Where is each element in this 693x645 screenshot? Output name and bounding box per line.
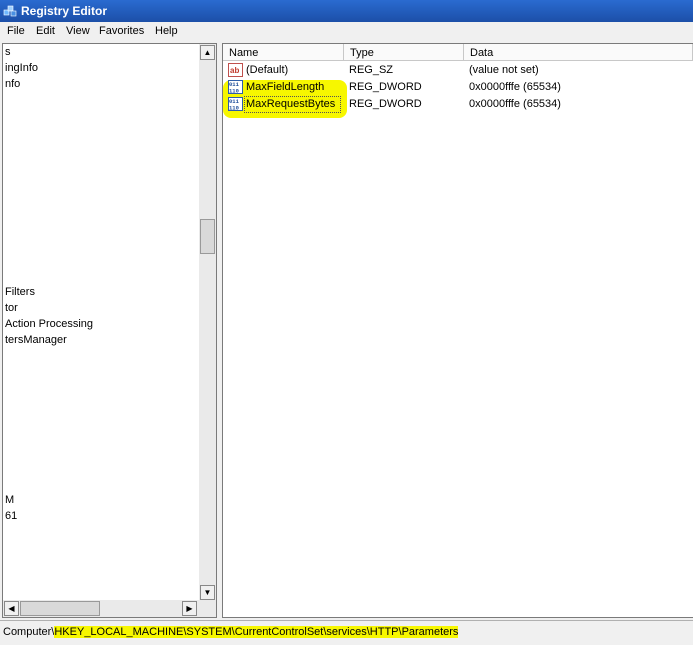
tree-item[interactable]: Filters: [5, 286, 35, 298]
svg-text:ab: ab: [230, 66, 239, 75]
value-data: (value not set): [469, 64, 539, 76]
value-row[interactable]: ab (Default) REG_SZ (value not set): [223, 62, 693, 79]
dword-value-icon: 011 110: [228, 97, 243, 111]
value-row[interactable]: 011 110 MaxRequestBytes REG_DWORD 0x0000…: [223, 96, 693, 113]
window-title: Registry Editor: [21, 4, 108, 18]
value-type: REG_DWORD: [349, 98, 422, 110]
status-bar: Computer\HKEY_LOCAL_MACHINE\SYSTEM\Curre…: [0, 620, 693, 645]
tree-item[interactable]: Action Processing: [5, 318, 93, 330]
svg-text:110: 110: [229, 105, 239, 112]
tree-horizontal-scrollbar[interactable]: ◀ ▶: [3, 600, 199, 617]
key-tree-pane[interactable]: s ingInfo nfo Filters tor Action Process…: [2, 43, 217, 618]
dword-value-icon: 011 110: [228, 80, 243, 94]
menu-help[interactable]: Help: [155, 25, 178, 37]
column-header-data[interactable]: Data: [464, 44, 693, 61]
tree-vertical-scrollbar[interactable]: ▲ ▼: [199, 44, 216, 617]
menu-favorites[interactable]: Favorites: [99, 25, 144, 37]
arrow-right-icon: ▶: [186, 603, 193, 613]
menu-edit[interactable]: Edit: [36, 25, 55, 37]
value-data: 0x0000fffe (65534): [469, 98, 561, 110]
path-prefix: Computer\: [3, 626, 55, 638]
tree-item[interactable]: nfo: [5, 78, 20, 90]
value-name: (Default): [246, 64, 289, 76]
tree-item[interactable]: ingInfo: [5, 62, 38, 74]
title-bar: Registry Editor: [0, 0, 693, 22]
value-type: REG_SZ: [349, 64, 394, 76]
arrow-down-icon: ▼: [203, 587, 212, 597]
tree-item[interactable]: tor: [5, 302, 18, 314]
menu-file[interactable]: File: [7, 25, 25, 37]
tree-item[interactable]: 61: [5, 510, 17, 522]
column-header-type[interactable]: Type: [344, 44, 464, 61]
key-path: Computer\HKEY_LOCAL_MACHINE\SYSTEM\Curre…: [3, 626, 459, 638]
string-value-icon: ab: [228, 63, 243, 77]
vertical-scroll-thumb[interactable]: [200, 219, 215, 254]
svg-text:110: 110: [229, 88, 239, 95]
path-highlighted: HKEY_LOCAL_MACHINE\SYSTEM\CurrentControl…: [54, 626, 459, 638]
value-type: REG_DWORD: [349, 81, 422, 93]
value-name: MaxFieldLength: [246, 81, 325, 93]
tree-item[interactable]: s: [5, 46, 11, 58]
arrow-left-icon: ◀: [8, 603, 15, 613]
value-row[interactable]: 011 110 MaxFieldLength REG_DWORD 0x0000f…: [223, 79, 693, 96]
scroll-up-button[interactable]: ▲: [200, 45, 215, 60]
arrow-up-icon: ▲: [203, 47, 212, 57]
scroll-left-button[interactable]: ◀: [4, 601, 19, 616]
menu-view[interactable]: View: [66, 25, 90, 37]
scroll-down-button[interactable]: ▼: [200, 585, 215, 600]
menu-bar: File Edit View Favorites Help: [0, 22, 693, 42]
scroll-right-button[interactable]: ▶: [182, 601, 197, 616]
registry-editor-icon: [3, 5, 17, 17]
column-header-name[interactable]: Name: [223, 44, 344, 61]
tree-item[interactable]: tersManager: [5, 334, 67, 346]
value-data: 0x0000fffe (65534): [469, 81, 561, 93]
tree-item[interactable]: M: [5, 494, 14, 506]
value-name: MaxRequestBytes: [246, 98, 336, 110]
values-list-pane[interactable]: Name Type Data ab (Default) REG_SZ (valu…: [222, 43, 693, 618]
horizontal-scroll-thumb[interactable]: [20, 601, 100, 616]
